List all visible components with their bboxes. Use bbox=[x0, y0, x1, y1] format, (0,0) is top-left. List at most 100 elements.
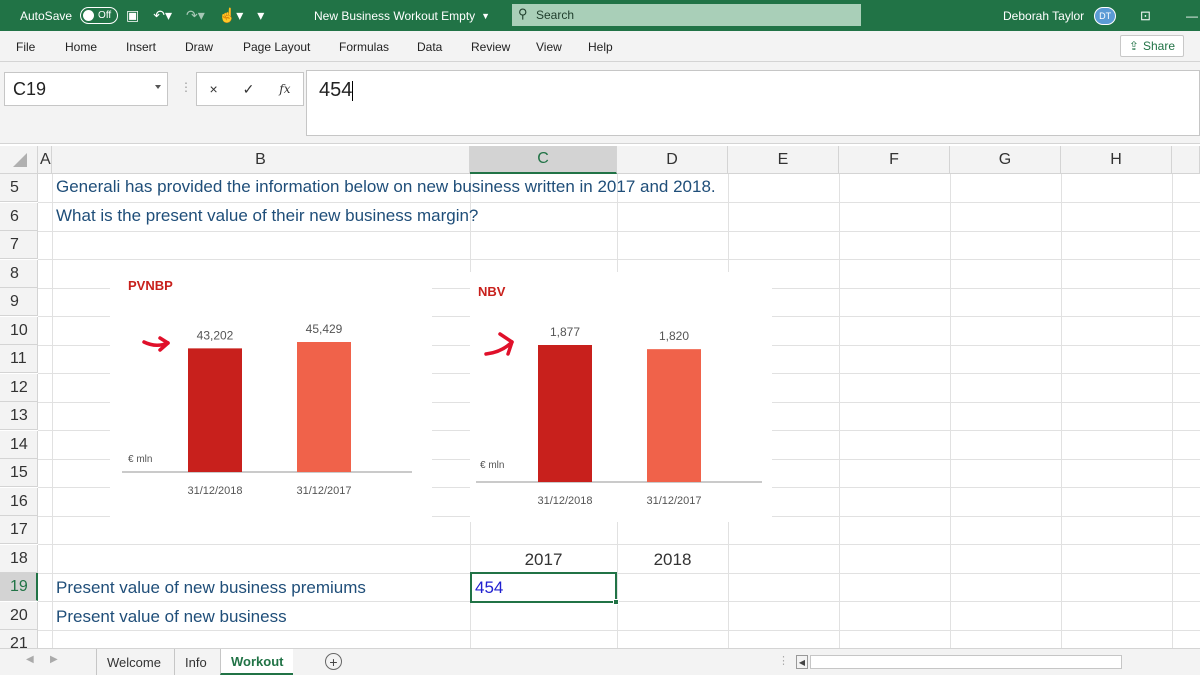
row-header-19[interactable]: 19 bbox=[0, 573, 38, 601]
column-header-e[interactable]: E bbox=[728, 146, 839, 174]
row-header-20[interactable]: 20 bbox=[0, 602, 38, 630]
select-all-icon bbox=[12, 152, 27, 167]
horizontal-scrollbar[interactable] bbox=[810, 655, 1122, 669]
tab-help[interactable]: Help bbox=[588, 40, 613, 54]
column-header-a[interactable]: A bbox=[38, 146, 52, 174]
column-header-d[interactable]: D bbox=[617, 146, 728, 174]
customize-toolbar-icon[interactable]: ▾ bbox=[257, 7, 264, 24]
title-bar: AutoSave Off ▣ ↶▾ ↷▾ ☝▾ ▾ New Business W… bbox=[0, 0, 1200, 31]
worksheet-grid[interactable]: A B C D E F G H 5 6 7 8 9 10 11 12 13 14… bbox=[0, 146, 1200, 648]
tab-page-layout[interactable]: Page Layout bbox=[243, 40, 310, 54]
autosave-control[interactable]: AutoSave Off bbox=[20, 0, 119, 31]
arrow-icon bbox=[484, 332, 514, 356]
share-button[interactable]: ⇪ Share bbox=[1119, 35, 1184, 57]
row-header-13[interactable]: 13 bbox=[0, 402, 38, 430]
formula-input[interactable]: 454 bbox=[306, 70, 1200, 136]
redo-icon[interactable]: ↷▾ bbox=[186, 7, 205, 24]
scroll-left-icon[interactable]: ◀ bbox=[26, 654, 34, 665]
tab-data[interactable]: Data bbox=[417, 40, 442, 54]
autosave-label: AutoSave bbox=[20, 8, 73, 23]
nbv-bar-2017[interactable] bbox=[647, 349, 701, 482]
cell-d18[interactable]: 2018 bbox=[617, 550, 728, 570]
pvnbp-chart[interactable]: PVNBP € mln 43,202 45,429 31/12/2018 31/… bbox=[110, 268, 432, 526]
tab-formulas[interactable]: Formulas bbox=[339, 40, 389, 54]
row-header-18[interactable]: 18 bbox=[0, 545, 38, 573]
save-icon[interactable]: ▣ bbox=[126, 7, 139, 24]
document-title[interactable]: New Business Workout Empty ▼ bbox=[314, 0, 490, 31]
formula-value: 454 bbox=[319, 79, 353, 101]
hscroll-left-icon[interactable]: ◀ bbox=[796, 655, 808, 669]
column-header-g[interactable]: G bbox=[950, 146, 1061, 174]
search-icon: ⚲ bbox=[518, 6, 528, 21]
nbv-title: NBV bbox=[478, 284, 506, 299]
sheet-tab-info[interactable]: Info bbox=[174, 649, 217, 675]
chevron-down-icon[interactable] bbox=[155, 85, 161, 89]
sheet-tab-welcome[interactable]: Welcome bbox=[96, 649, 171, 675]
tab-file[interactable]: File bbox=[16, 40, 35, 54]
undo-icon[interactable]: ↶▾ bbox=[153, 7, 172, 24]
cell-b19[interactable]: Present value of new business premiums bbox=[56, 578, 366, 598]
nbv-category-2017: 31/12/2017 bbox=[646, 495, 701, 507]
account[interactable]: Deborah Taylor DT bbox=[1003, 0, 1117, 31]
row-header-21[interactable]: 21 bbox=[0, 630, 38, 648]
formula-bar: C19 ⋮ × ✓ fx 454 bbox=[0, 62, 1200, 144]
cancel-icon[interactable]: × bbox=[209, 81, 217, 97]
sheet-tab-workout[interactable]: Workout bbox=[220, 649, 294, 675]
cell-c18[interactable]: 2017 bbox=[470, 550, 617, 570]
nbv-bar-2018[interactable] bbox=[538, 345, 592, 482]
cell-b5[interactable]: Generali has provided the information be… bbox=[56, 177, 716, 197]
row-header-10[interactable]: 10 bbox=[0, 317, 38, 345]
autosave-toggle[interactable]: Off bbox=[80, 7, 119, 24]
autosave-state: Off bbox=[98, 10, 112, 21]
enter-icon[interactable]: ✓ bbox=[243, 81, 255, 98]
cell-b6[interactable]: What is the present value of their new b… bbox=[56, 206, 478, 226]
row-header-11[interactable]: 11 bbox=[0, 345, 38, 373]
row-header-14[interactable]: 14 bbox=[0, 431, 38, 459]
row-header-6[interactable]: 6 bbox=[0, 203, 38, 231]
tab-insert[interactable]: Insert bbox=[126, 40, 156, 54]
name-box[interactable]: C19 bbox=[4, 72, 168, 106]
row-header-15[interactable]: 15 bbox=[0, 459, 38, 487]
row-header-17[interactable]: 17 bbox=[0, 516, 38, 544]
ribbon-display-icon[interactable]: ⊡ bbox=[1140, 0, 1151, 31]
row-header-5[interactable]: 5 bbox=[0, 174, 38, 202]
formula-buttons: × ✓ fx bbox=[196, 72, 304, 106]
row-header-7[interactable]: 7 bbox=[0, 231, 38, 259]
fill-handle[interactable] bbox=[613, 599, 619, 605]
sheet-tab-bar: ◀ ▶ Welcome Info Workout + ⋮ ◀ bbox=[0, 648, 1200, 675]
search-box[interactable]: ⚲ Search bbox=[512, 4, 861, 26]
tab-review[interactable]: Review bbox=[471, 40, 510, 54]
touch-mode-icon[interactable]: ☝▾ bbox=[219, 7, 243, 24]
more-options-icon[interactable]: ⋮ bbox=[180, 80, 192, 94]
cell-b20[interactable]: Present value of new business bbox=[56, 607, 287, 627]
minimize-icon[interactable]: — bbox=[1186, 0, 1198, 31]
pvnbp-unit-label: € mln bbox=[128, 454, 152, 465]
chevron-down-icon: ▼ bbox=[481, 10, 491, 21]
row-header-9[interactable]: 9 bbox=[0, 288, 38, 316]
row-header-16[interactable]: 16 bbox=[0, 488, 38, 516]
nbv-chart[interactable]: NBV € mln 1,877 1,820 31/12/2018 31/12/2… bbox=[470, 272, 772, 522]
row-header-12[interactable]: 12 bbox=[0, 374, 38, 402]
column-header-c[interactable]: C bbox=[470, 146, 617, 174]
column-header-i[interactable] bbox=[1172, 146, 1200, 174]
tab-draw[interactable]: Draw bbox=[185, 40, 213, 54]
pvnbp-bar-2017[interactable] bbox=[297, 342, 351, 472]
select-all-corner[interactable] bbox=[0, 146, 38, 174]
row-header-8[interactable]: 8 bbox=[0, 260, 38, 288]
nbv-value-2017: 1,820 bbox=[659, 329, 689, 343]
splitter-handle-icon[interactable]: ⋮ bbox=[778, 654, 789, 667]
scroll-right-icon[interactable]: ▶ bbox=[50, 654, 58, 665]
add-sheet-icon[interactable]: + bbox=[325, 653, 342, 670]
column-header-f[interactable]: F bbox=[839, 146, 950, 174]
avatar[interactable]: DT bbox=[1094, 6, 1117, 25]
tab-view[interactable]: View bbox=[536, 40, 562, 54]
pvnbp-bar-2018[interactable] bbox=[188, 348, 242, 472]
tab-home[interactable]: Home bbox=[65, 40, 97, 54]
column-header-b[interactable]: B bbox=[52, 146, 470, 174]
pvnbp-value-2018: 43,202 bbox=[197, 328, 234, 342]
user-name: Deborah Taylor bbox=[1003, 8, 1085, 23]
column-header-h[interactable]: H bbox=[1061, 146, 1172, 174]
nbv-value-2018: 1,877 bbox=[550, 325, 580, 339]
active-cell-c19[interactable]: 454 bbox=[470, 572, 619, 605]
insert-function-icon[interactable]: fx bbox=[279, 82, 290, 96]
